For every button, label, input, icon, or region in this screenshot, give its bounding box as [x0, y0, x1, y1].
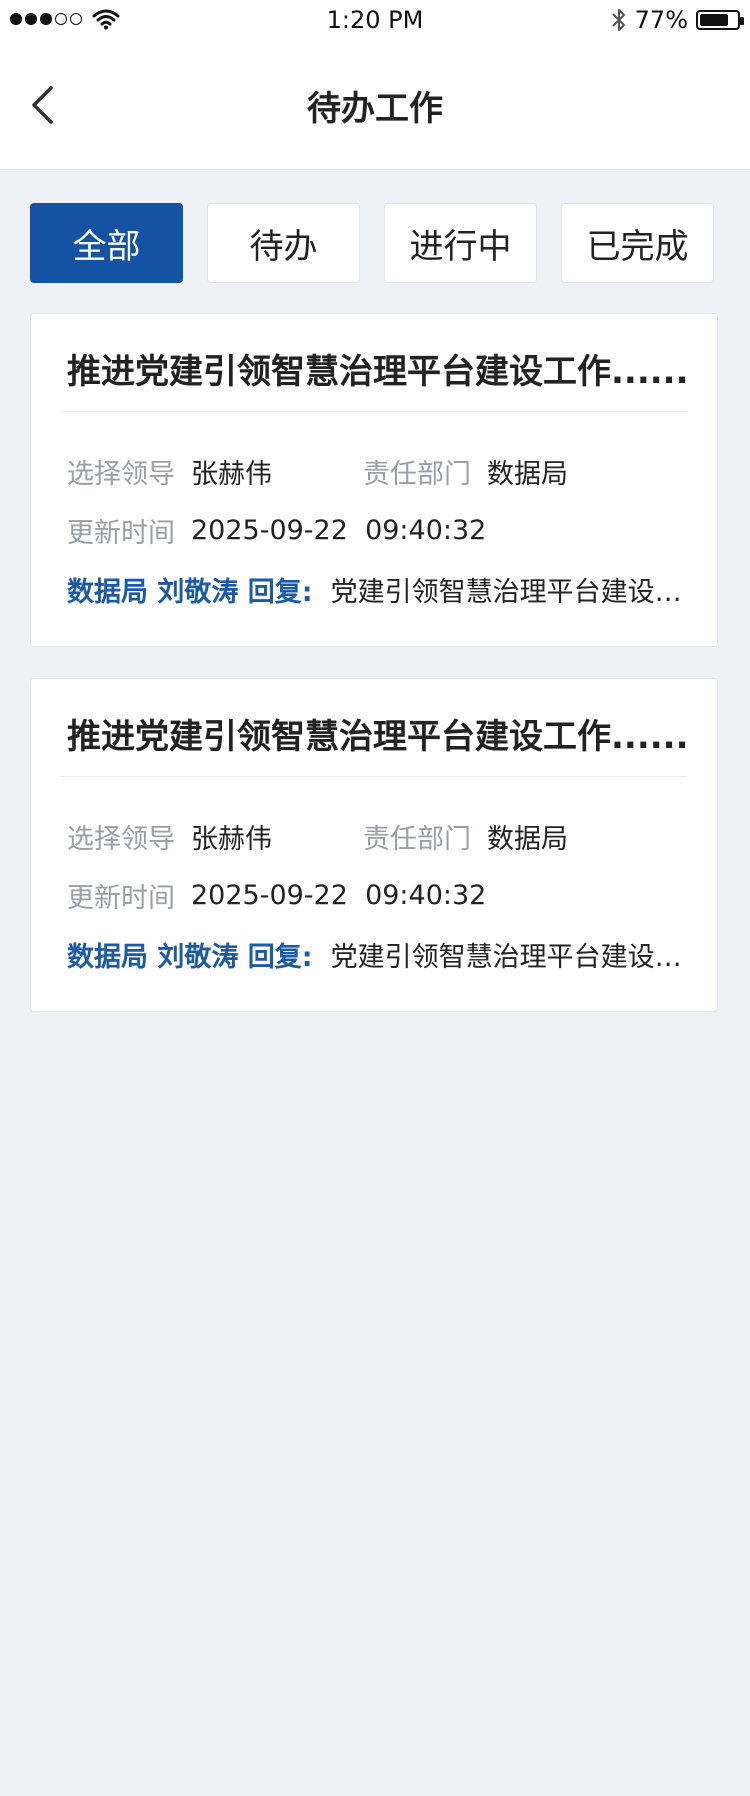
back-button[interactable] [22, 80, 62, 130]
battery-percent: 77% [634, 6, 688, 34]
task-time-row: 更新时间 2025-09-22 09:40:32 [67, 876, 687, 915]
chevron-left-icon [32, 86, 53, 124]
tab-completed[interactable]: 已完成 [561, 203, 714, 283]
update-time-label: 更新时间 [67, 883, 175, 914]
reply-author: 数据局 刘敬涛 回复: [67, 577, 313, 608]
task-meta-row: 选择领导 张赫伟 责任部门 数据局 [67, 452, 687, 491]
tab-todo[interactable]: 待办 [207, 203, 360, 283]
reply-text: 党建引领智慧治理平台建设工作 [330, 577, 687, 608]
task-title: 推进党建引领智慧治理平台建设工作...... [67, 717, 687, 757]
department-value: 数据局 [487, 824, 568, 855]
status-bar: 1:20 PM 77% [0, 0, 750, 42]
update-time-value: 2025-09-22 09:40:32 [191, 515, 487, 546]
department-label: 责任部门 [363, 459, 471, 490]
divider [61, 776, 687, 777]
task-title: 推进党建引领智慧治理平台建设工作...... [67, 352, 687, 392]
leader-label: 选择领导 [67, 459, 175, 490]
task-card[interactable]: 推进党建引领智慧治理平台建设工作...... 选择领导 张赫伟 责任部门 数据局… [30, 678, 718, 1012]
update-time-label: 更新时间 [67, 518, 175, 549]
leader-value: 张赫伟 [191, 459, 272, 490]
task-time-row: 更新时间 2025-09-22 09:40:32 [67, 511, 687, 550]
leader-label: 选择领导 [67, 824, 175, 855]
update-time-value: 2025-09-22 09:40:32 [191, 880, 487, 911]
nav-bar: 待办工作 [0, 42, 750, 170]
department-label: 责任部门 [363, 824, 471, 855]
page-title: 待办工作 [307, 89, 443, 129]
divider [61, 411, 687, 412]
status-right: 77% [611, 6, 744, 34]
leader-value: 张赫伟 [191, 824, 272, 855]
reply-text: 党建引领智慧治理平台建设工作 [330, 942, 687, 973]
task-meta-row: 选择领导 张赫伟 责任部门 数据局 [67, 817, 687, 856]
battery-icon [696, 10, 744, 30]
task-reply-row: 数据局 刘敬涛 回复: 党建引领智慧治理平台建设工作 [67, 570, 687, 609]
tab-in-progress[interactable]: 进行中 [384, 203, 537, 283]
department-value: 数据局 [487, 459, 568, 490]
filter-tabs: 全部 待办 进行中 已完成 [30, 203, 720, 283]
reply-author: 数据局 刘敬涛 回复: [67, 942, 313, 973]
task-card[interactable]: 推进党建引领智慧治理平台建设工作...... 选择领导 张赫伟 责任部门 数据局… [30, 313, 718, 647]
battery-fill [700, 14, 728, 26]
task-reply-row: 数据局 刘敬涛 回复: 党建引领智慧治理平台建设工作 [67, 935, 687, 974]
tab-all[interactable]: 全部 [30, 203, 183, 283]
bluetooth-icon [611, 9, 625, 31]
